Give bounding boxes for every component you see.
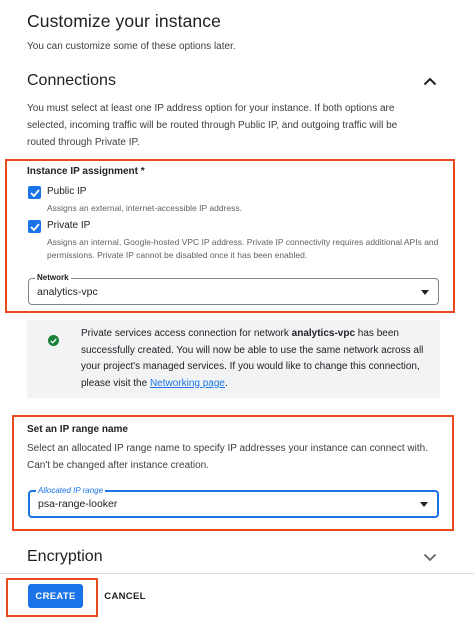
- private-services-info-panel: Private services access connection for n…: [27, 320, 440, 398]
- network-value: analytics-vpc: [37, 286, 98, 298]
- connections-section-title: Connections: [27, 72, 116, 89]
- footer-divider: [0, 573, 474, 574]
- allocated-ip-range-select[interactable]: Allocated IP range psa-range-looker: [28, 486, 439, 518]
- checkmark-icon: [29, 188, 40, 197]
- dropdown-arrow-icon: [421, 290, 429, 295]
- public-ip-checkbox[interactable]: [28, 186, 41, 199]
- network-select[interactable]: Network analytics-vpc: [28, 273, 439, 305]
- dropdown-arrow-icon: [420, 502, 428, 507]
- chevron-up-icon[interactable]: [421, 72, 439, 90]
- check-circle-icon: [48, 335, 59, 346]
- connections-description: You must select at least one IP address …: [27, 103, 398, 148]
- info-text-part: Private services access connection for n…: [81, 328, 292, 339]
- private-ip-label: Private IP: [47, 220, 91, 231]
- allocated-ip-range-label: Allocated IP range: [36, 486, 106, 495]
- network-label: Network: [35, 273, 71, 282]
- chevron-down-icon[interactable]: [421, 548, 439, 566]
- ip-range-description: Select an allocated IP range name to spe…: [27, 443, 428, 471]
- ip-range-title: Set an IP range name: [27, 424, 128, 435]
- public-ip-help: Assigns an external, internet-accessible…: [47, 203, 242, 213]
- encryption-section-title: Encryption: [27, 548, 103, 565]
- public-ip-label: Public IP: [47, 186, 87, 197]
- private-services-info-text: Private services access connection for n…: [81, 326, 431, 392]
- ip-assignment-label: Instance IP assignment *: [27, 166, 145, 177]
- page-title: Customize your instance: [27, 11, 221, 31]
- networking-page-link[interactable]: Networking page: [150, 378, 225, 389]
- checkmark-icon: [29, 222, 40, 231]
- private-ip-checkbox[interactable]: [28, 220, 41, 233]
- private-ip-help: Assigns an internal, Google-hosted VPC I…: [47, 237, 439, 260]
- page-subtitle: You can customize some of these options …: [27, 41, 236, 52]
- cancel-button[interactable]: CANCEL: [100, 584, 150, 608]
- allocated-ip-range-value: psa-range-looker: [38, 498, 118, 510]
- info-network-name: analytics-vpc: [291, 328, 356, 339]
- create-button[interactable]: CREATE: [28, 584, 83, 608]
- info-text-part: .: [224, 377, 228, 389]
